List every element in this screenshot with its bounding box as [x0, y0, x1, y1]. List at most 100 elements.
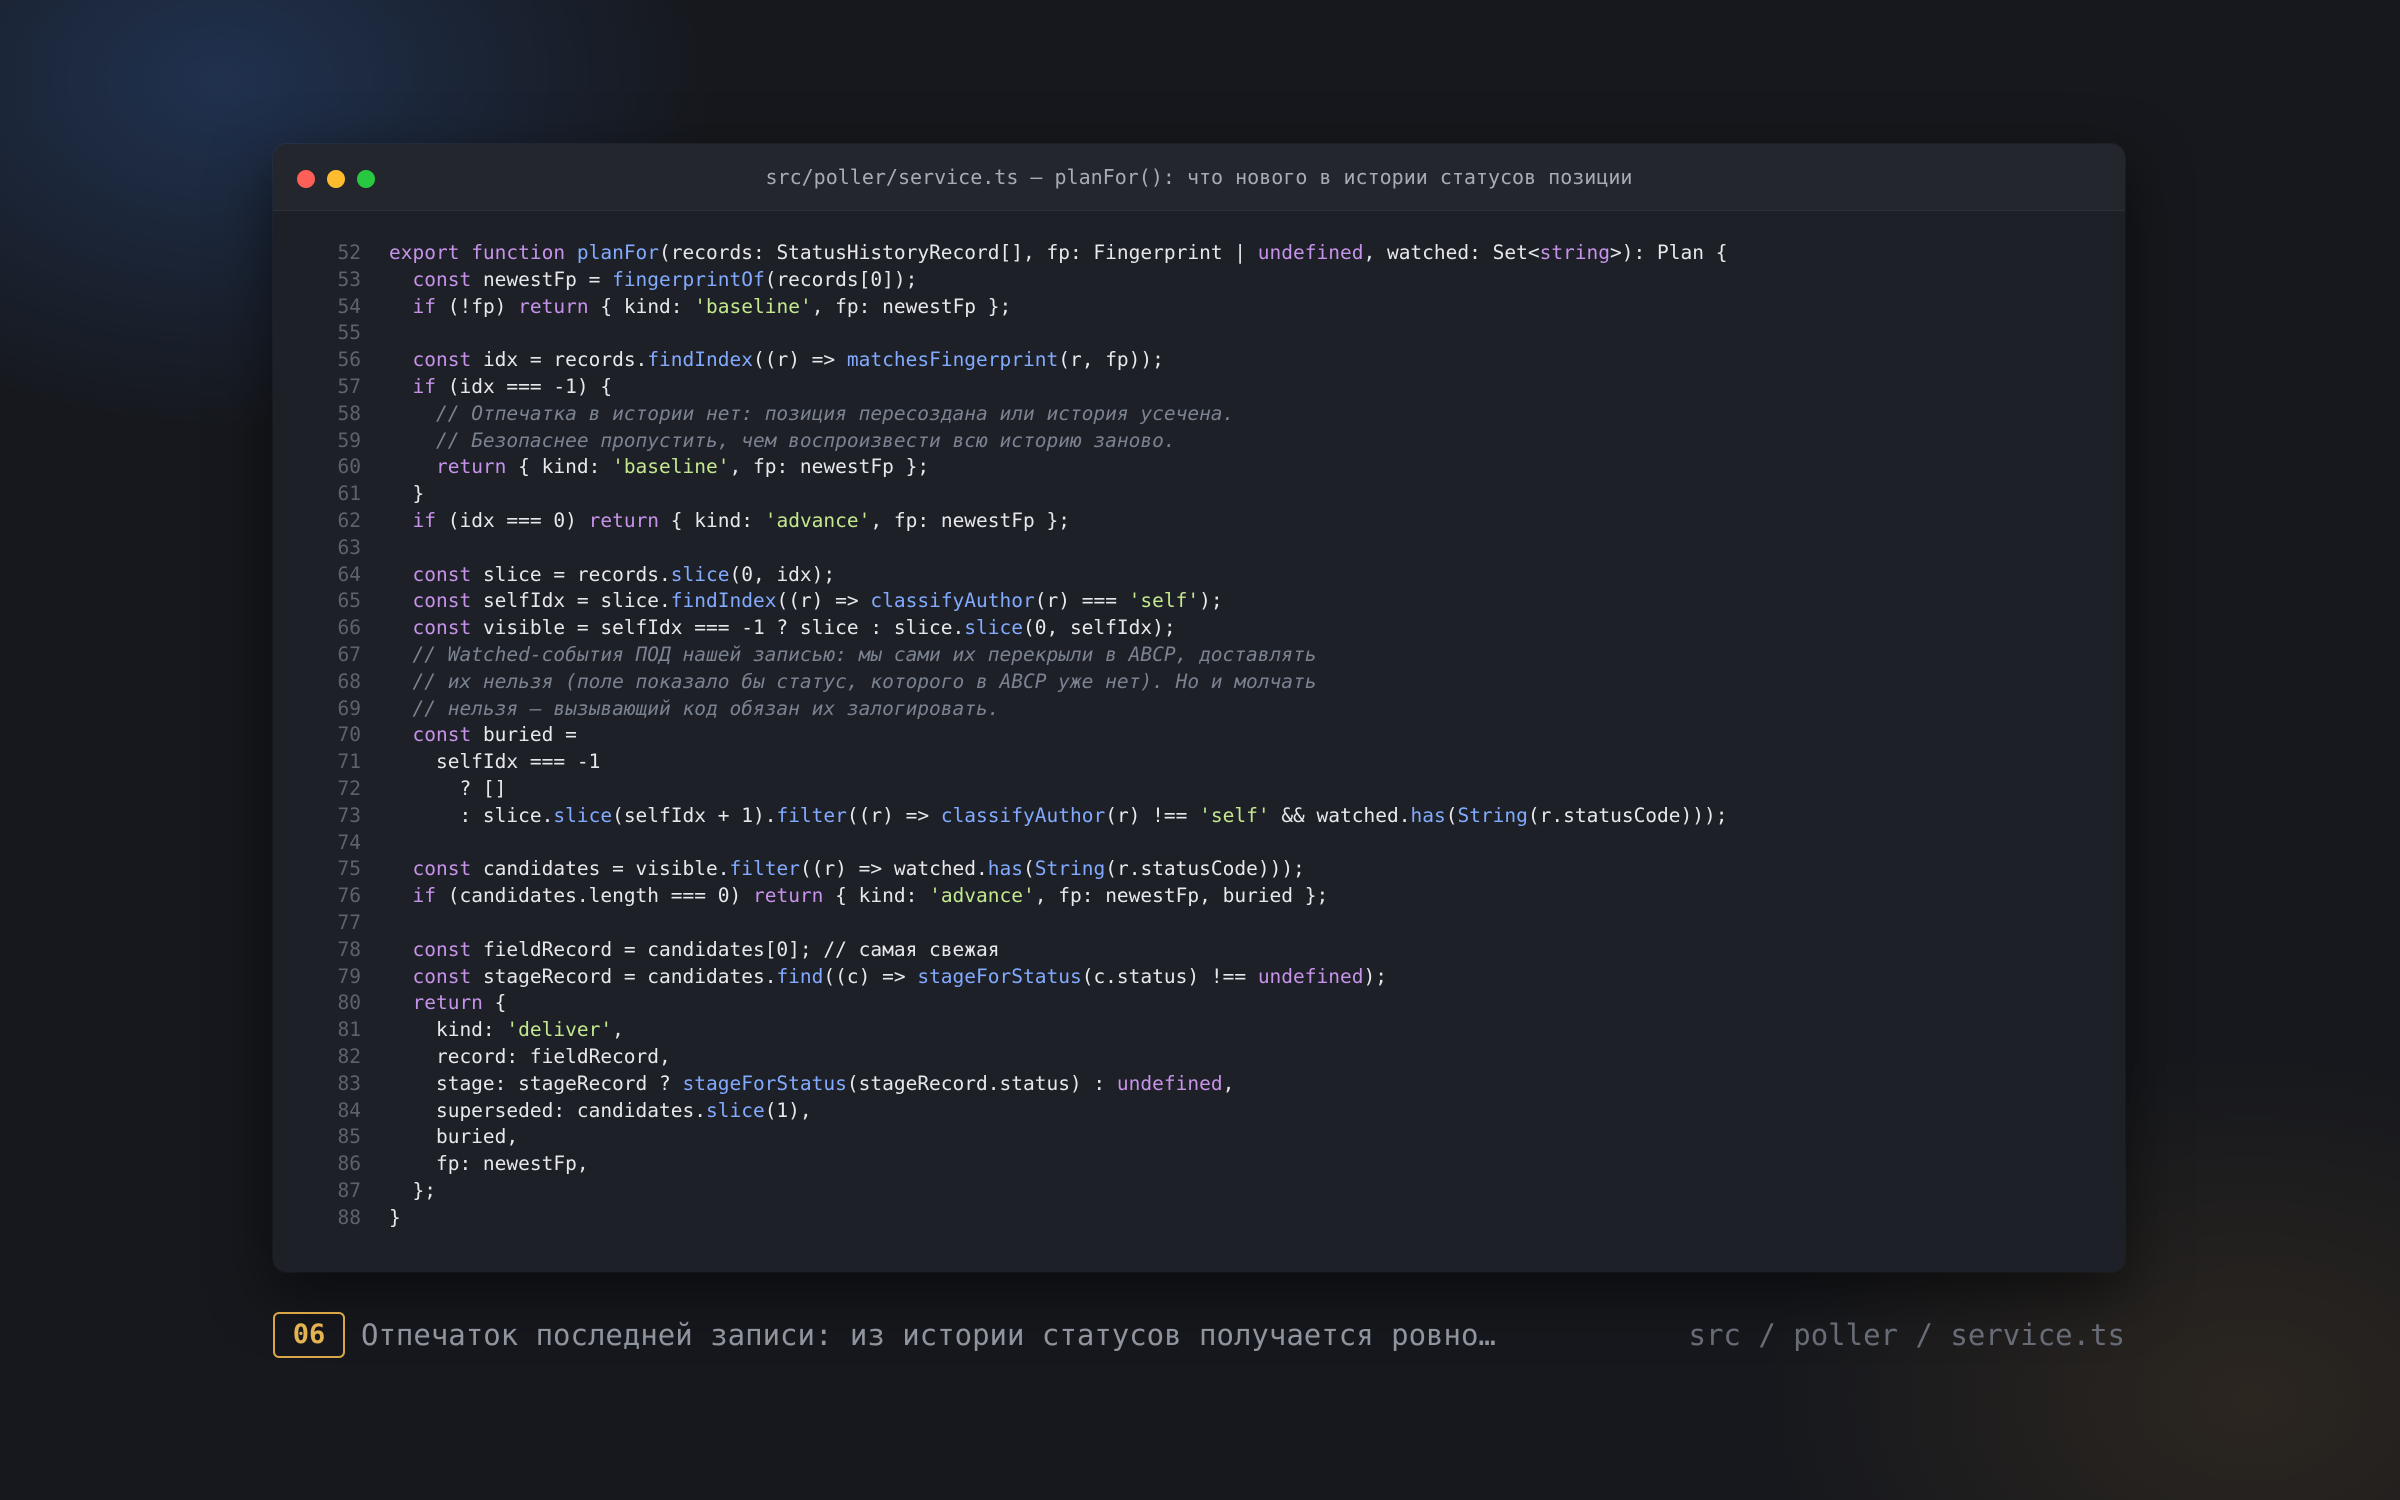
- line-number: 76: [337, 884, 361, 908]
- code-token: , fp: newestFp };: [870, 508, 1070, 532]
- code-token: ((r) =>: [846, 803, 941, 827]
- code-token: , fp: newestFp };: [729, 455, 930, 479]
- code-token: (idx === 0): [447, 508, 589, 532]
- code-token: ((r) =>: [752, 348, 847, 372]
- code-line: 84 superseded: candidates.slice(1),: [273, 1098, 2125, 1125]
- line-number: 83: [337, 1071, 361, 1095]
- code-line: 53 const newestFp = fingerprintOf(record…: [273, 267, 2125, 294]
- code-line: 78 const fieldRecord = candidates[0]; //…: [273, 937, 2125, 964]
- code-token: classifyAuthor: [940, 803, 1106, 827]
- code-token: const: [412, 857, 483, 881]
- code-comment: // Отпечатка в истории нет: позиция пере…: [435, 401, 1235, 425]
- line-number: 53: [337, 267, 361, 291]
- code-line: 86 fp: newestFp,: [273, 1151, 2125, 1178]
- code-token: (1),: [764, 1098, 812, 1122]
- code-token: (stageRecord.status) :: [846, 1071, 1117, 1095]
- code-token: const: [412, 723, 483, 747]
- line-number: 87: [337, 1178, 361, 1202]
- code-token: if: [412, 294, 448, 318]
- code-token: : slice.: [389, 803, 554, 827]
- code-token: const: [412, 964, 483, 988]
- code-token: (r) ===: [1034, 589, 1129, 613]
- code-line: 81 kind: 'deliver',: [273, 1017, 2125, 1044]
- line-number: 74: [337, 830, 361, 854]
- code-token: );: [1199, 589, 1223, 613]
- code-line: 70 const buried =: [273, 722, 2125, 749]
- code-token: ((r) => watched.: [799, 857, 988, 881]
- code-token: };: [389, 1178, 436, 1202]
- code-token: (0, selfIdx);: [1022, 616, 1176, 640]
- code-line: 61 }: [273, 481, 2125, 508]
- line-number: 73: [337, 803, 361, 827]
- line-number: 88: [337, 1205, 361, 1229]
- code-token: , fp: newestFp };: [811, 294, 1012, 318]
- code-token: 'deliver': [506, 1018, 613, 1042]
- code-token: (r, fp));: [1058, 348, 1164, 372]
- line-number: 79: [337, 964, 361, 988]
- code-window: src/poller/service.ts — planFor(): что н…: [273, 144, 2125, 1272]
- code-token: if: [412, 374, 448, 398]
- code-line: 67 // Watched-события ПОД нашей записью:…: [273, 642, 2125, 669]
- code-token: (records: StatusHistoryRecord[], fp: Fin…: [659, 241, 1258, 264]
- code-token: { kind:: [518, 455, 613, 479]
- code-line: 55: [273, 320, 2125, 347]
- line-number: 70: [337, 723, 361, 747]
- line-number: 69: [337, 696, 361, 720]
- code-token: ((r) =>: [776, 589, 871, 613]
- code-line: 58 // Отпечатка в истории нет: позиция п…: [273, 401, 2125, 428]
- code-editor[interactable]: 52 export function planFor(records: Statu…: [273, 240, 2125, 1231]
- code-token: has: [987, 857, 1024, 881]
- code-token: newestFp =: [482, 267, 613, 291]
- code-line: 73 : slice.slice(selfIdx + 1).filter((r)…: [273, 803, 2125, 830]
- code-token: visible = selfIdx === -1 ? slice : slice…: [482, 616, 965, 640]
- code-token: { kind:: [600, 294, 695, 318]
- code-token: undefined: [1257, 241, 1364, 264]
- code-token: ((c) =>: [823, 964, 918, 988]
- code-line: 68 // их нельзя (поле показало бы статус…: [273, 669, 2125, 696]
- code-token: return: [752, 884, 836, 908]
- code-token: fieldRecord = candidates[0]; // самая св…: [482, 937, 1000, 961]
- code-line: 57 if (idx === -1) {: [273, 374, 2125, 401]
- code-line: 79 const stageRecord = candidates.find((…: [273, 964, 2125, 991]
- code-token: const: [412, 348, 483, 372]
- code-token: 'advance': [764, 508, 871, 532]
- code-token: return: [412, 991, 495, 1015]
- code-line: 72 ? []: [273, 776, 2125, 803]
- code-token: const: [412, 589, 483, 613]
- code-token: }: [389, 482, 425, 506]
- code-token: superseded: candidates.: [389, 1098, 706, 1122]
- line-number: 62: [337, 508, 361, 532]
- code-token: if: [412, 884, 448, 908]
- code-token: (idx === -1) {: [447, 374, 613, 398]
- line-number: 59: [337, 428, 361, 452]
- line-number: 77: [337, 910, 361, 934]
- code-token: (records[0]);: [764, 267, 918, 291]
- code-line: 64 const slice = records.slice(0, idx);: [273, 562, 2125, 589]
- code-token: 'self': [1199, 803, 1270, 827]
- code-line: 85 buried,: [273, 1124, 2125, 1151]
- code-token: planFor: [576, 241, 660, 264]
- line-number: 61: [337, 482, 361, 506]
- code-token: (c.status) !==: [1081, 964, 1258, 988]
- code-line: 80 return {: [273, 990, 2125, 1017]
- code-token: candidates = visible.: [482, 857, 730, 881]
- code-token: string: [1539, 241, 1611, 264]
- line-number: 68: [337, 669, 361, 693]
- line-number: 72: [337, 776, 361, 800]
- code-token: buried =: [482, 723, 577, 747]
- code-token: (r.statusCode)));: [1105, 857, 1305, 881]
- line-number: 58: [337, 401, 361, 425]
- file-path-label: src / poller / service.ts: [1688, 1318, 2126, 1352]
- code-token: (0, idx);: [729, 562, 836, 586]
- code-line: 88}: [273, 1205, 2125, 1232]
- code-token: );: [1363, 964, 1387, 988]
